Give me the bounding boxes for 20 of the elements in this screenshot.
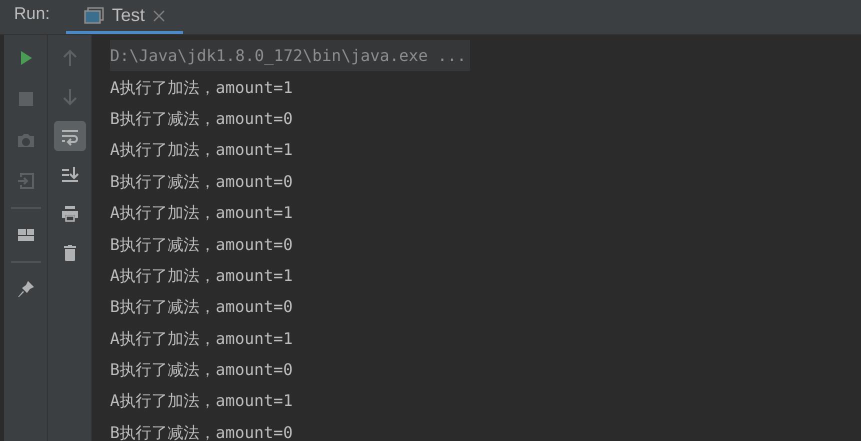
- output-line: B执行了减法，amount=0: [110, 170, 293, 193]
- scroll-to-end-icon: [60, 165, 80, 185]
- enter-icon: [16, 171, 36, 191]
- output-line: B执行了减法，amount=0: [110, 296, 293, 318]
- print-icon: [60, 204, 80, 224]
- close-icon[interactable]: [152, 10, 165, 22]
- output-line: A执行了加法，amount=1: [110, 139, 293, 162]
- console-tab-icon: [84, 6, 104, 24]
- output-line: A执行了加法，amount=1: [110, 76, 293, 99]
- toolbar-button[interactable]: [54, 121, 86, 151]
- output-line: A执行了加法，amount=1: [110, 328, 293, 350]
- output-line: B执行了减法，amount=0: [110, 359, 293, 382]
- output-line: A执行了加法，amount=1: [110, 202, 293, 224]
- output-line: A执行了加法，amount=1: [110, 264, 293, 287]
- output-line: B执行了减法，amount=0: [110, 234, 293, 256]
- tool-window-title: Run:: [14, 2, 50, 24]
- output-line: B执行了减法，amount=0: [110, 108, 293, 130]
- pin-icon: [16, 279, 36, 299]
- output-line: A执行了加法，amount=1: [110, 390, 293, 412]
- output-line: B执行了减法，amount=0: [110, 422, 293, 441]
